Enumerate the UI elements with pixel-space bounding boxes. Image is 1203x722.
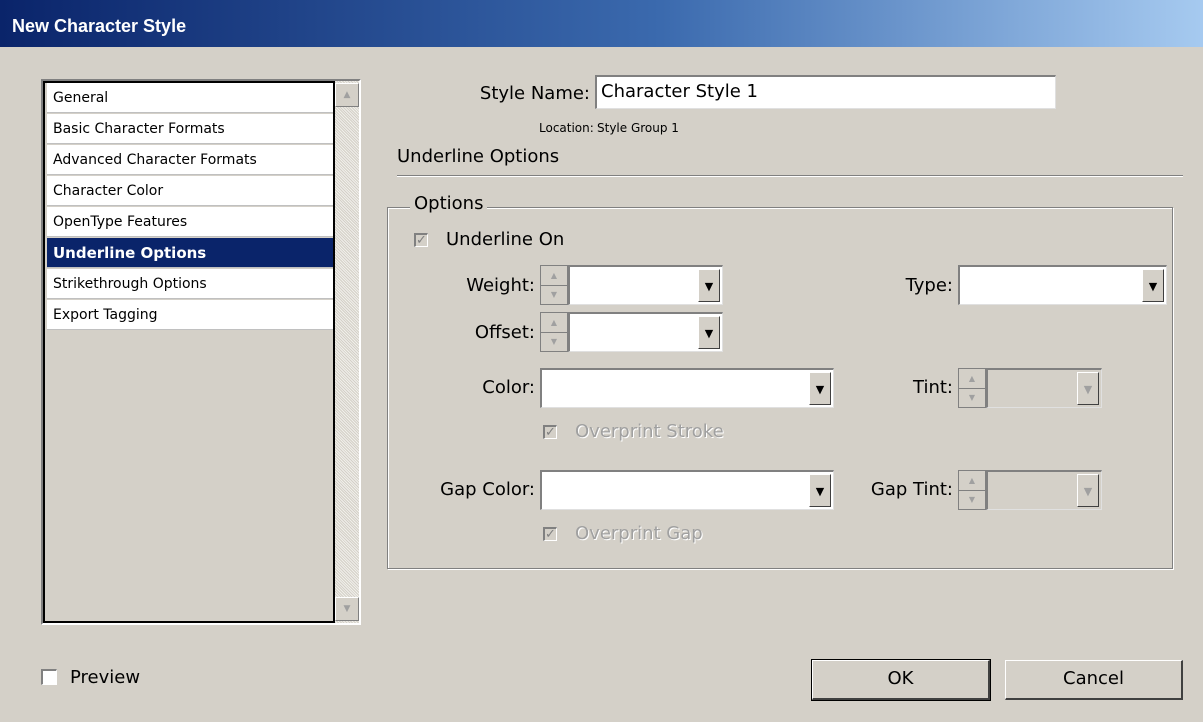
overprint-gap-checkbox[interactable]: ✓ — [543, 527, 557, 541]
style-name-label: Style Name: — [479, 83, 590, 104]
list-item-character-color[interactable]: Character Color — [47, 176, 333, 206]
section-title: Underline Options — [397, 146, 560, 167]
weight-combo[interactable]: ▼ — [568, 265, 723, 305]
stepper-down-icon[interactable]: ▼ — [541, 332, 567, 351]
gap-color-label: Gap Color: — [440, 479, 535, 500]
chevron-down-icon[interactable]: ▼ — [698, 269, 720, 302]
list-item-general[interactable]: General — [47, 83, 333, 113]
overprint-stroke-checkbox[interactable]: ✓ — [543, 425, 557, 439]
location-label: Location: — [539, 121, 594, 135]
stepper-down-icon[interactable]: ▼ — [541, 285, 567, 304]
list-item-opentype-features[interactable]: OpenType Features — [47, 207, 333, 237]
type-label: Type: — [905, 275, 953, 296]
gap-tint-combo[interactable]: ▼ — [986, 470, 1102, 510]
preview-label: Preview — [70, 667, 141, 688]
stepper-down-icon[interactable]: ▼ — [959, 490, 985, 509]
gap-color-combo[interactable]: ▼ — [540, 470, 834, 510]
overprint-gap-label: Overprint Gap — [575, 523, 703, 544]
underline-on-checkbox[interactable]: ✓ — [414, 233, 428, 247]
underline-on-label: Underline On — [446, 229, 565, 250]
chevron-down-icon[interactable]: ▼ — [698, 316, 720, 349]
category-list[interactable]: General Basic Character Formats Advanced… — [41, 79, 361, 625]
window-title: New Character Style — [12, 16, 187, 36]
offset-stepper[interactable]: ▲ ▼ — [540, 312, 568, 352]
options-legend: Options — [410, 193, 488, 215]
offset-label: Offset: — [474, 322, 535, 343]
chevron-down-icon[interactable]: ▼ — [1142, 269, 1164, 302]
list-item-basic-character-formats[interactable]: Basic Character Formats — [47, 114, 333, 144]
stepper-up-icon[interactable]: ▲ — [541, 266, 567, 286]
scroll-down-button[interactable]: ▼ — [335, 597, 359, 621]
title-bar: New Character Style — [0, 0, 1203, 47]
chevron-down-icon[interactable]: ▼ — [809, 474, 831, 507]
offset-combo[interactable]: ▼ — [568, 312, 723, 352]
type-combo[interactable]: ▼ — [958, 265, 1167, 305]
stepper-down-icon[interactable]: ▼ — [959, 388, 985, 407]
tint-label: Tint: — [913, 377, 953, 398]
scroll-up-button[interactable]: ▲ — [335, 83, 359, 107]
stepper-up-icon[interactable]: ▲ — [959, 471, 985, 491]
list-item-underline-options[interactable]: Underline Options — [47, 238, 333, 268]
list-scrollbar[interactable]: ▲ ▼ — [335, 81, 359, 623]
gap-tint-label: Gap Tint: — [870, 479, 953, 500]
color-combo[interactable]: ▼ — [540, 368, 834, 408]
ok-button[interactable]: OK — [811, 659, 991, 701]
cancel-button[interactable]: Cancel — [1005, 660, 1183, 700]
weight-label: Weight: — [466, 275, 535, 296]
chevron-down-icon[interactable]: ▼ — [1077, 474, 1099, 507]
overprint-stroke-label: Overprint Stroke — [575, 421, 724, 442]
tint-stepper[interactable]: ▲ ▼ — [958, 368, 986, 408]
color-label: Color: — [482, 377, 535, 398]
stepper-up-icon[interactable]: ▲ — [959, 369, 985, 389]
stepper-up-icon[interactable]: ▲ — [541, 313, 567, 333]
list-item-advanced-character-formats[interactable]: Advanced Character Formats — [47, 145, 333, 175]
style-name-input[interactable]: Character Style 1 — [595, 75, 1056, 109]
preview-checkbox[interactable] — [41, 669, 57, 685]
category-list-body: General Basic Character Formats Advanced… — [43, 81, 335, 623]
gap-tint-stepper[interactable]: ▲ ▼ — [958, 470, 986, 510]
list-item-strikethrough-options[interactable]: Strikethrough Options — [47, 269, 333, 299]
location-value: Style Group 1 — [597, 121, 679, 135]
tint-combo[interactable]: ▼ — [986, 368, 1102, 408]
weight-stepper[interactable]: ▲ ▼ — [540, 265, 568, 305]
chevron-down-icon[interactable]: ▼ — [1077, 372, 1099, 405]
list-item-export-tagging[interactable]: Export Tagging — [47, 300, 333, 330]
section-separator — [397, 175, 1183, 177]
chevron-down-icon[interactable]: ▼ — [809, 372, 831, 405]
